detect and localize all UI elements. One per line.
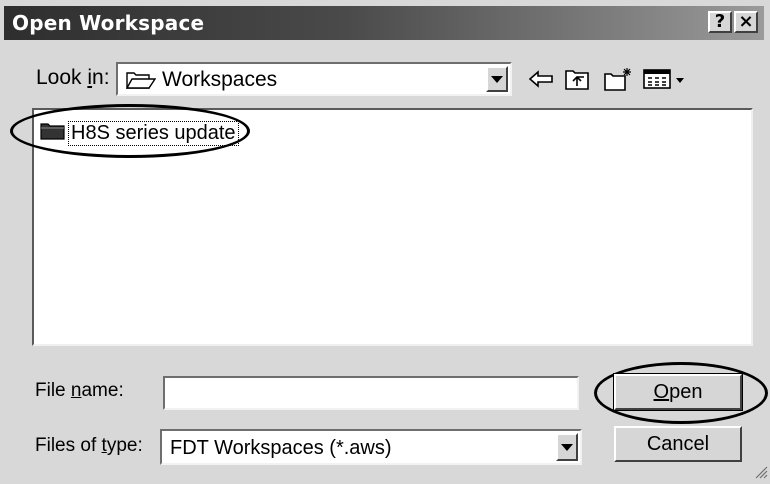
folder-open-icon [125, 70, 157, 95]
list-item-label: H8S series update [68, 121, 239, 146]
file-list[interactable]: H8S series update [32, 108, 753, 346]
file-name-input[interactable] [163, 376, 579, 410]
close-button[interactable]: × [734, 11, 758, 33]
cancel-button[interactable]: Cancel [614, 426, 742, 462]
open-button[interactable]: Open [613, 373, 743, 411]
view-menu-icon[interactable] [642, 64, 688, 94]
look-in-label: Look in: [36, 66, 110, 89]
chevron-down-icon [491, 75, 503, 83]
title-bar[interactable]: Open Workspace ? × [4, 6, 764, 40]
chevron-down-icon [561, 443, 573, 451]
resize-grip-icon[interactable] [754, 465, 768, 479]
files-of-type-dropdown[interactable]: FDT Workspaces (*.aws) [160, 429, 582, 465]
folder-icon [40, 121, 66, 146]
back-arrow-icon[interactable] [526, 64, 556, 94]
look-in-dropdown[interactable]: Workspaces [116, 62, 512, 96]
open-workspace-dialog: Open Workspace ? × Look in: Workspaces H… [0, 0, 770, 481]
file-name-label: File name: [35, 380, 124, 401]
create-new-folder-icon[interactable] [602, 64, 634, 94]
files-of-type-label: Files of type: [35, 435, 143, 456]
list-item[interactable]: H8S series update [40, 121, 239, 146]
help-button[interactable]: ? [708, 11, 732, 33]
look-in-dropdown-button[interactable] [486, 66, 508, 92]
window-title: Open Workspace [12, 11, 205, 35]
files-of-type-value: FDT Workspaces (*.aws) [170, 437, 392, 459]
files-of-type-dropdown-button[interactable] [556, 433, 578, 461]
look-in-value: Workspaces [162, 68, 278, 91]
up-one-level-icon[interactable] [562, 64, 592, 94]
